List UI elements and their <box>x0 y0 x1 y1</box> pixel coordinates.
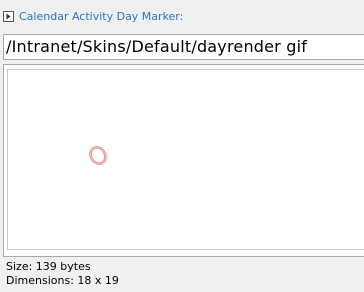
image-property-panel: Calendar Activity Day Marker: /Intranet/… <box>0 0 364 292</box>
image-path-field[interactable]: /Intranet/Skins/Default/dayrender gif <box>3 34 364 60</box>
image-preview-frame <box>3 64 364 257</box>
section-header: Calendar Activity Day Marker: <box>3 9 183 23</box>
expand-arrow-icon[interactable] <box>3 10 14 22</box>
size-label: Size: 139 bytes <box>6 260 91 273</box>
dimensions-label: Dimensions: 18 x 19 <box>6 274 119 287</box>
section-title: Calendar Activity Day Marker: <box>19 9 184 23</box>
image-preview-canvas <box>7 69 364 250</box>
ring-image <box>89 146 107 165</box>
